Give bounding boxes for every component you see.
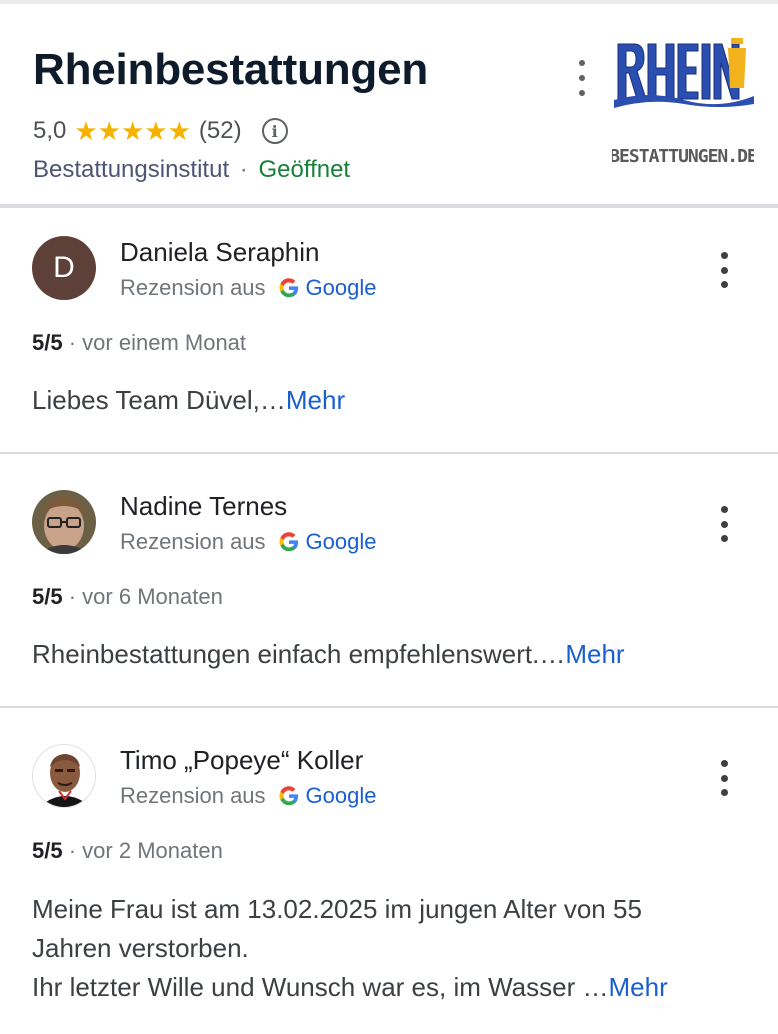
source-label: Rezension aus xyxy=(120,529,266,554)
review-time: vor 6 Monaten xyxy=(82,584,223,609)
business-header: Rheinbestattungen 5,0 ★★★★★ (52) i Besta… xyxy=(0,4,778,204)
more-options-icon[interactable] xyxy=(572,60,592,96)
category-row: Bestattungsinstitut · Geöffnet xyxy=(33,156,350,184)
source-google[interactable]: Google xyxy=(306,529,377,555)
avatar[interactable]: D xyxy=(32,236,96,300)
review-snippet: Ihr letzter Wille und Wunsch war es, im … xyxy=(32,972,609,1002)
more-link[interactable]: Mehr xyxy=(608,972,667,1002)
source-google[interactable]: Google xyxy=(306,275,377,301)
google-icon xyxy=(279,532,298,552)
reviewer-name[interactable]: Daniela Seraphin xyxy=(120,236,319,268)
more-link[interactable]: Mehr xyxy=(286,385,345,415)
review-menu-icon[interactable] xyxy=(715,506,733,542)
review-snippet: Liebes Team Düvel,… xyxy=(32,385,286,415)
google-icon xyxy=(279,786,298,806)
separator: · xyxy=(239,156,248,183)
review-line: Meine Frau ist am 13.02.2025 im jungen A… xyxy=(32,894,642,924)
review-meta: 5/5 · vor 6 Monaten xyxy=(32,584,223,609)
open-status: Geöffnet xyxy=(258,156,351,183)
review-line: Ihr letzter Wille und Wunsch war es, im … xyxy=(32,968,732,1007)
review-score: 5/5 xyxy=(32,584,63,609)
rating-value: 5,0 xyxy=(33,117,67,144)
logo-caption: BESTATTUNGEN.DE xyxy=(612,146,754,167)
review-divider xyxy=(0,452,778,454)
google-icon xyxy=(279,278,298,298)
avatar[interactable] xyxy=(32,490,96,554)
more-link[interactable]: Mehr xyxy=(565,639,624,669)
business-name[interactable]: Rheinbestattungen xyxy=(33,44,428,96)
review-snippet: Rheinbestattungen einfach empfehlenswert… xyxy=(32,639,566,669)
info-icon[interactable]: i xyxy=(261,118,288,144)
review-divider xyxy=(0,706,778,708)
review-text: Liebes Team Düvel,…Mehr xyxy=(32,380,732,420)
review-source: Rezension aus Google xyxy=(120,274,377,302)
review-text: Rheinbestattungen einfach empfehlenswert… xyxy=(32,634,732,674)
review-time: vor 2 Monaten xyxy=(82,838,223,863)
review-card: Timo „Popeye“ Koller Rezension aus Googl… xyxy=(0,744,778,1034)
source-label: Rezension aus xyxy=(120,275,266,300)
review-score: 5/5 xyxy=(32,838,63,863)
review-source: Rezension aus Google xyxy=(120,782,377,810)
review-card: D Daniela Seraphin Rezension aus Google … xyxy=(0,236,778,452)
header-divider xyxy=(0,204,778,208)
review-menu-icon[interactable] xyxy=(715,760,733,796)
review-meta: 5/5 · vor 2 Monaten xyxy=(32,838,223,863)
rating-stars: ★★★★★ xyxy=(74,115,191,146)
source-label: Rezension aus xyxy=(120,783,266,808)
review-card: Nadine Ternes Rezension aus Google 5/5 ·… xyxy=(0,490,778,706)
business-category: Bestattungsinstitut xyxy=(33,156,230,183)
source-google[interactable]: Google xyxy=(306,783,377,809)
business-logo[interactable]: BESTATTUNGEN.DE xyxy=(609,34,758,174)
reviewer-name[interactable]: Nadine Ternes xyxy=(120,490,287,522)
review-time: vor einem Monat xyxy=(82,330,247,355)
review-text: Meine Frau ist am 13.02.2025 im jungen A… xyxy=(32,890,732,1007)
review-score: 5/5 xyxy=(32,330,63,355)
rating-row: 5,0 ★★★★★ (52) i xyxy=(33,116,288,146)
avatar[interactable] xyxy=(32,744,96,808)
reviewer-name[interactable]: Timo „Popeye“ Koller xyxy=(120,744,363,776)
review-count[interactable]: (52) xyxy=(199,117,242,145)
review-meta: 5/5 · vor einem Monat xyxy=(32,330,247,355)
review-line: Jahren verstorben. xyxy=(32,933,249,963)
review-menu-icon[interactable] xyxy=(715,252,733,288)
review-source: Rezension aus Google xyxy=(120,528,377,556)
